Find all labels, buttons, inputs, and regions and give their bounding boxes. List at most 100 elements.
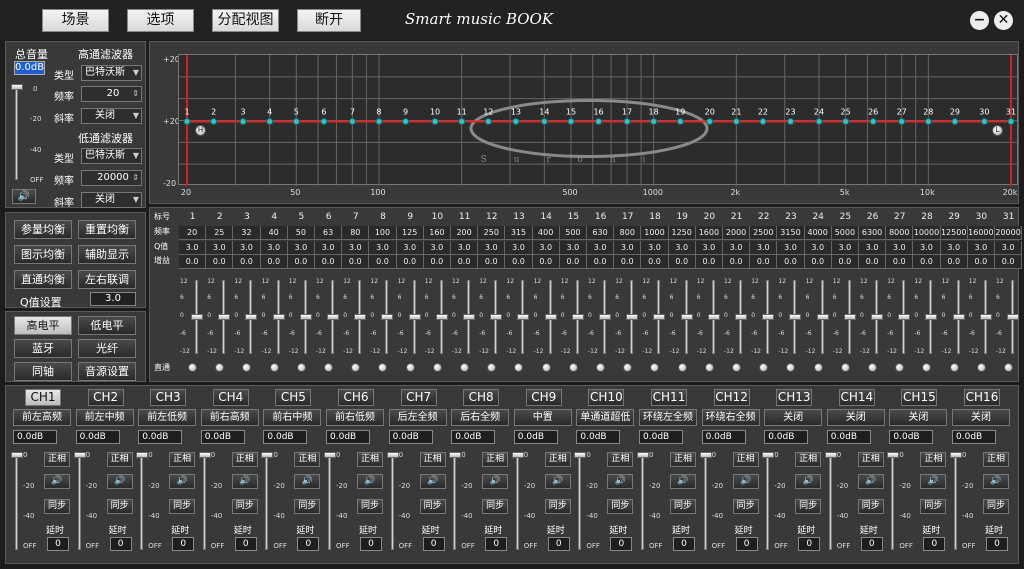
band-q-cell[interactable]: 3.0 [723,241,751,255]
channel-tab-4[interactable]: CH4 [212,389,249,406]
band-bypass-toggle[interactable] [650,363,660,372]
coax-button[interactable]: 同轴 [14,362,72,381]
band-point[interactable] [924,118,932,125]
band-gain-thumb[interactable] [354,314,367,320]
sync-button[interactable]: 同步 [732,499,759,514]
options-button[interactable]: 选项 [127,9,194,32]
phase-button[interactable]: 正相 [482,452,509,467]
channel-tab-11[interactable]: CH11 [651,389,687,406]
band-gain-thumb[interactable] [191,314,203,320]
low-level-button[interactable]: 低电平 [78,316,136,335]
speaker-mute-icon[interactable]: 🔊 [607,474,634,489]
band-gain-thumb[interactable] [327,314,339,320]
band-gain-thumb[interactable] [272,314,285,320]
band-frequency-cell[interactable]: 5000 [831,226,859,240]
band-point[interactable] [512,118,520,125]
band-frequency-cell[interactable]: 63 [315,226,343,240]
sync-button[interactable]: 同步 [607,499,634,514]
speaker-mute-icon[interactable]: 🔊 [357,474,383,489]
band-q-cell[interactable]: 3.0 [423,241,451,255]
sync-button[interactable]: 同步 [294,499,321,514]
band-gain-thumb[interactable] [707,314,720,320]
channel-volume-track[interactable] [328,454,331,550]
channel-assign-select[interactable]: 后左全频 [388,409,447,426]
disconnect-button[interactable]: 断开 [297,9,361,32]
phase-button[interactable]: 正相 [544,452,571,467]
band-frequency-cell[interactable]: 10000 [913,226,941,240]
channel-tab-1[interactable]: CH1 [25,389,61,406]
channel-volume-thumb[interactable] [950,452,962,458]
channel-volume-thumb[interactable] [136,452,149,458]
speaker-mute-icon[interactable]: 🔊 [857,474,884,489]
speaker-mute-icon[interactable]: 🔊 [169,474,196,489]
channel-tab-5[interactable]: CH5 [275,389,312,406]
band-gain-cell[interactable]: 0.0 [614,255,642,269]
band-gain-cell[interactable]: 0.0 [886,255,914,269]
band-gain-cell[interactable]: 0.0 [913,255,941,269]
phase-button[interactable]: 正相 [983,452,1009,467]
band-bypass-toggle[interactable] [541,363,551,372]
channel-assign-select[interactable]: 关闭 [826,409,885,426]
band-bypass-toggle[interactable] [514,363,524,372]
band-q-cell[interactable]: 3.0 [260,241,288,255]
channel-volume-thumb[interactable] [699,452,712,458]
band-frequency-cell[interactable]: 250 [478,226,506,240]
band-gain-cell[interactable]: 0.0 [695,255,723,269]
phase-button[interactable]: 正相 [106,452,133,467]
band-gain-cell[interactable]: 0.0 [287,255,315,269]
band-bypass-toggle[interactable] [242,363,252,372]
channel-volume-thumb[interactable] [637,452,649,458]
channel-volume-track[interactable] [77,454,81,550]
channel-volume-track[interactable] [891,454,895,550]
band-q-cell[interactable]: 3.0 [206,241,234,255]
band-point[interactable] [458,118,466,125]
speaker-mute-icon[interactable]: 🔊 [670,474,696,489]
channel-level-value[interactable]: 0.0dB [576,430,621,444]
minimize-icon[interactable]: − [970,11,989,30]
channel-tab-14[interactable]: CH14 [838,389,875,406]
scene-button[interactable]: 场景 [42,9,109,32]
band-gain-thumb[interactable] [245,314,258,320]
band-gain-cell[interactable]: 0.0 [995,255,1023,269]
channel-level-value[interactable]: 0.0dB [952,430,996,444]
close-icon[interactable]: ✕ [994,11,1013,30]
master-volume-track[interactable] [15,86,18,180]
channel-volume-thumb[interactable] [386,452,399,458]
band-bypass-toggle[interactable] [840,363,850,372]
band-gain-thumb[interactable] [952,314,965,320]
speaker-mute-icon[interactable]: 🔊 [419,474,446,489]
band-bypass-toggle[interactable] [868,363,877,372]
master-volume-thumb[interactable] [11,84,23,90]
delay-input[interactable]: 0 [860,537,883,551]
band-bypass-toggle[interactable] [432,363,442,372]
channel-level-value[interactable]: 0.0dB [326,430,370,444]
speaker-mute-icon[interactable]: 🔊 [106,474,133,489]
band-q-cell[interactable]: 3.0 [777,241,805,255]
master-volume-value[interactable]: 0.0dB [14,61,45,75]
channel-level-value[interactable]: 0.0dB [263,430,308,444]
channel-assign-select[interactable]: 关闭 [764,409,823,426]
band-gain-cell[interactable]: 0.0 [532,255,560,269]
channel-volume-track[interactable] [828,454,832,550]
band-gain-thumb[interactable] [1007,314,1019,320]
band-gain-cell[interactable]: 0.0 [451,255,479,269]
channel-assign-select[interactable]: 环绕右全频 [701,409,760,426]
sync-button[interactable]: 同步 [795,499,822,514]
band-gain-cell[interactable]: 0.0 [423,255,451,269]
delay-input[interactable]: 0 [360,537,382,551]
sync-button[interactable]: 同步 [357,499,383,514]
band-q-cell[interactable]: 3.0 [940,241,968,255]
band-gain-thumb[interactable] [816,314,829,320]
band-frequency-cell[interactable]: 6300 [859,226,887,240]
channel-volume-thumb[interactable] [762,452,775,458]
band-gain-cell[interactable]: 0.0 [179,255,207,269]
band-point[interactable] [898,118,906,125]
sync-button[interactable]: 同步 [419,499,446,514]
channel-volume-thumb[interactable] [324,452,336,458]
delay-input[interactable]: 0 [297,537,320,551]
hp-type-select[interactable]: 巴特沃斯 ▼ [81,65,142,81]
band-frequency-cell[interactable]: 2500 [750,226,778,240]
channel-volume-track[interactable] [766,454,770,550]
sync-button[interactable]: 同步 [857,499,884,514]
channel-assign-select[interactable]: 前右高频 [200,409,259,426]
